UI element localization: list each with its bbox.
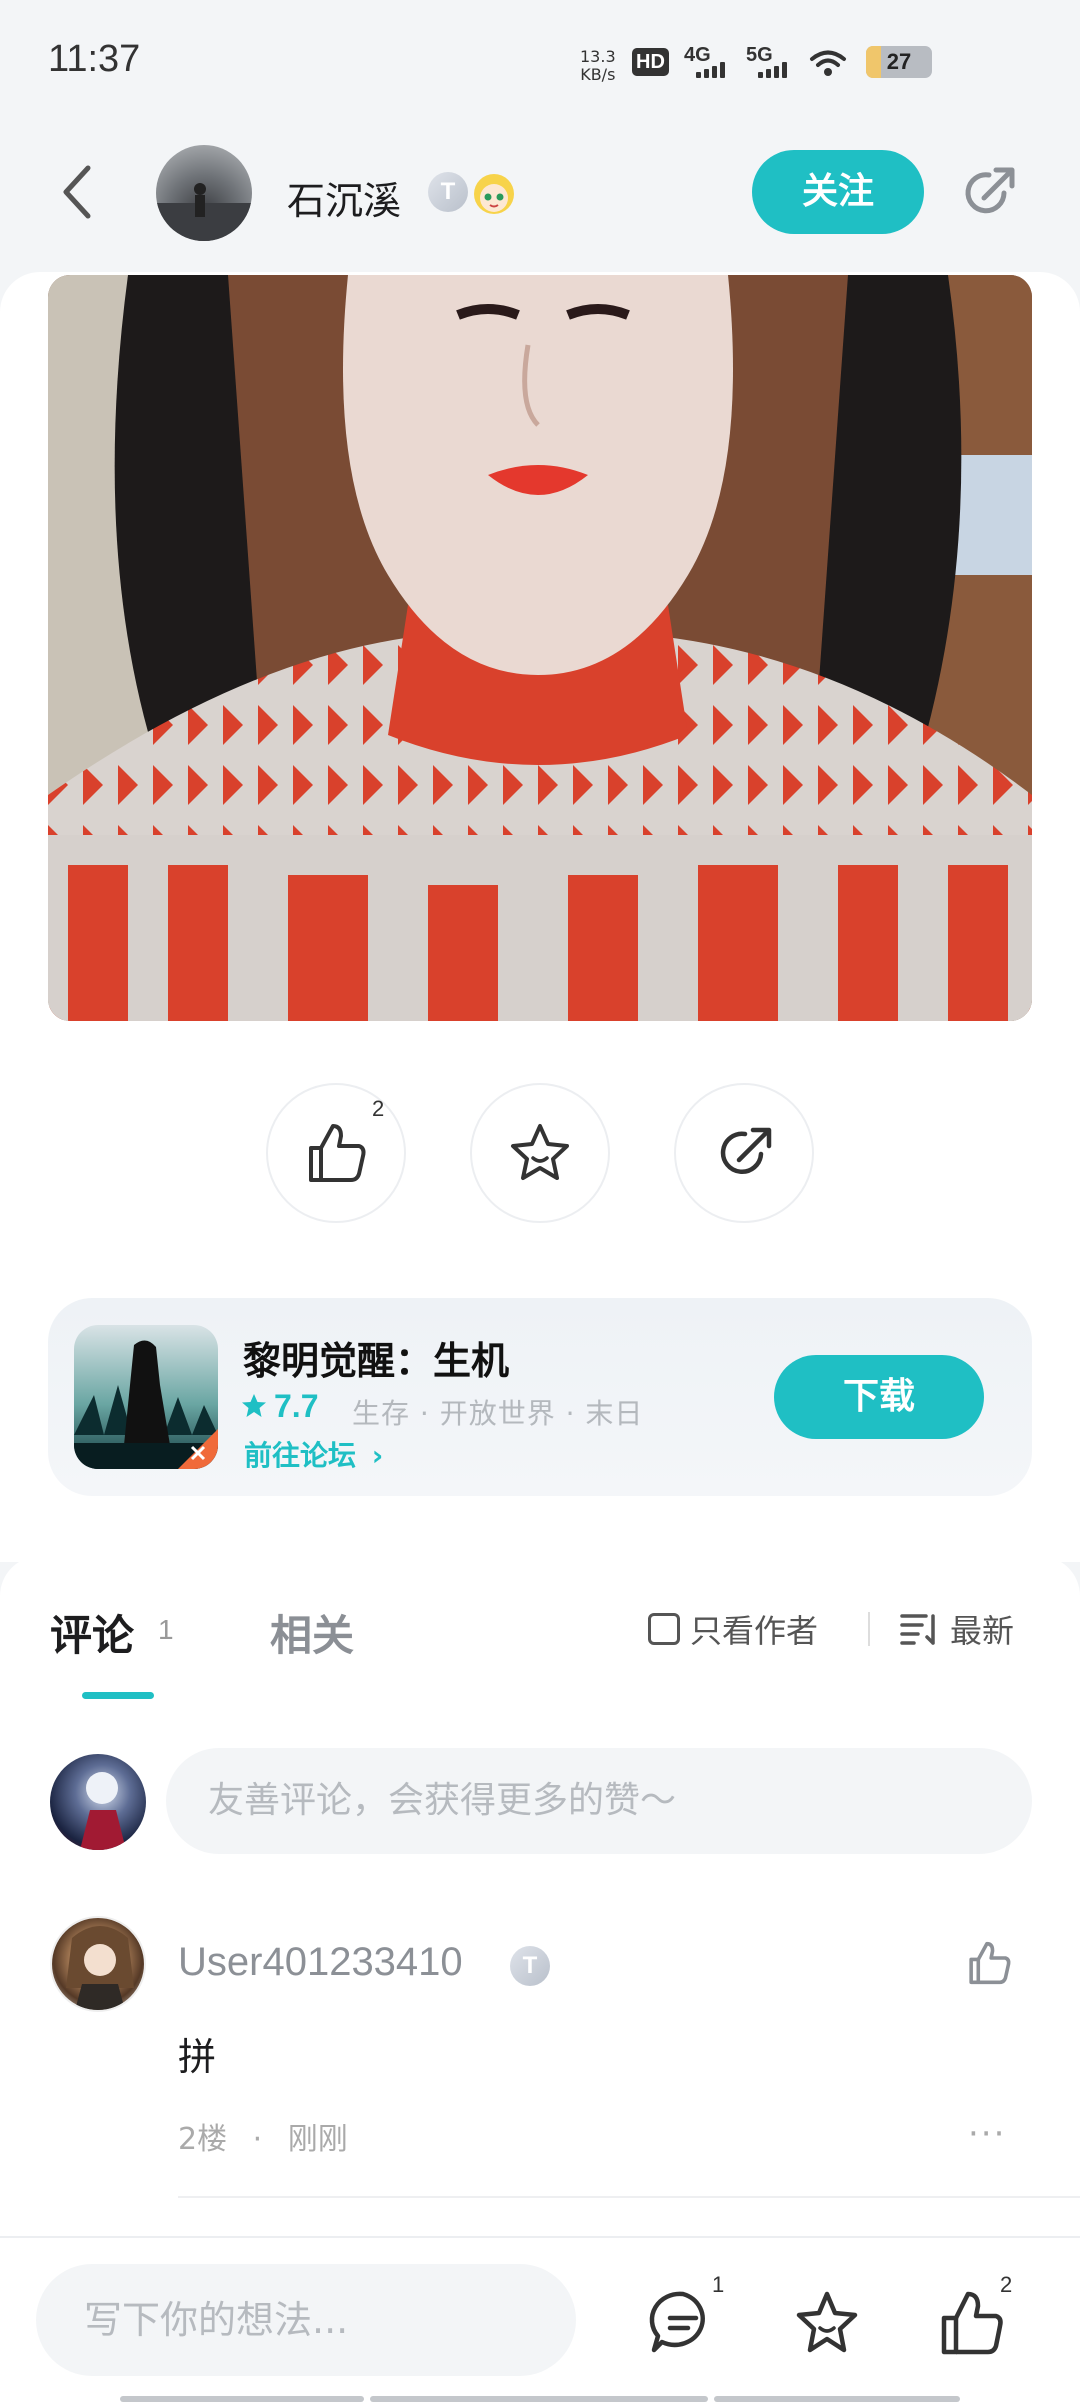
commenter-name[interactable]: User401233410: [178, 1940, 463, 1985]
checkbox-icon: [648, 1613, 680, 1645]
follow-button[interactable]: 关注: [752, 150, 924, 234]
signal-icon: [758, 62, 787, 78]
bottom-like-count: 2: [1000, 2272, 1013, 2297]
status-time: 11:37: [48, 38, 141, 80]
favorite-button[interactable]: [470, 1083, 610, 1223]
star-icon: [511, 1124, 569, 1180]
network-speed: 13.3 KB/s: [580, 47, 616, 84]
game-icon[interactable]: [74, 1325, 218, 1469]
wifi-icon: [810, 50, 846, 76]
author-only-toggle[interactable]: 只看作者: [648, 1606, 818, 1652]
author-only-label: 只看作者: [690, 1612, 819, 1650]
comments-panel: [0, 1556, 1080, 2236]
status-bar: 11:37 13.3 KB/s HD 4G 5G 27: [0, 0, 1080, 130]
level-badge-icon: T: [510, 1946, 550, 1986]
share-icon[interactable]: [956, 160, 1022, 226]
post-image[interactable]: [48, 275, 1032, 1021]
avatar-sticker-icon: [474, 174, 514, 214]
comment-meta: 2楼 · 刚刚: [178, 2122, 348, 2157]
share-post-button[interactable]: [674, 1083, 814, 1223]
sort-icon: [900, 1614, 935, 1645]
battery-icon: 27: [866, 46, 932, 78]
comment-count: 1: [712, 2272, 725, 2297]
forum-link-label: 前往论坛: [244, 1439, 357, 1472]
comment-time: 刚刚: [287, 2122, 348, 2157]
more-options-icon[interactable]: ···: [968, 2114, 1006, 2154]
share-icon: [720, 1127, 772, 1175]
author-avatar[interactable]: [156, 145, 252, 241]
comment-text: 拼: [178, 2035, 217, 2079]
tab-comments[interactable]: 评论: [50, 1602, 134, 1663]
author-name[interactable]: 石沉溪: [287, 170, 401, 225]
bottom-comment-input[interactable]: 写下你的想法...: [36, 2264, 576, 2376]
star-icon[interactable]: [792, 2288, 862, 2358]
thumbs-up-icon[interactable]: [936, 2288, 1006, 2358]
like-count: 2: [372, 1096, 385, 1121]
tab-comments-count: 1: [158, 1614, 174, 1645]
comment-floor: 2楼: [178, 2122, 228, 2157]
sort-label: 最新: [950, 1612, 1015, 1650]
comment-input[interactable]: 友善评论，会获得更多的赞～: [166, 1748, 1032, 1854]
like-button[interactable]: [266, 1083, 406, 1223]
forum-link[interactable]: 前往论坛 ›: [244, 1434, 383, 1474]
signal-icon: [696, 62, 725, 78]
game-rating: 7.7: [274, 1388, 319, 1424]
divider: [868, 1612, 870, 1646]
comment-like-icon[interactable]: [964, 1938, 1014, 1988]
level-badge-icon: T: [428, 172, 468, 212]
game-title[interactable]: 黎明觉醒：生机: [243, 1330, 509, 1385]
hd-icon: HD: [632, 48, 669, 76]
commenter-avatar[interactable]: [50, 1916, 146, 2012]
sort-button[interactable]: 最新: [900, 1606, 1014, 1652]
home-indicator: [120, 2396, 960, 2402]
thumbs-up-icon: [309, 1124, 366, 1182]
chevron-right-icon: ›: [371, 1439, 384, 1472]
rating-star-icon: [242, 1394, 266, 1417]
my-avatar[interactable]: [50, 1754, 146, 1850]
tab-related[interactable]: 相关: [270, 1602, 354, 1663]
active-tab-indicator: [82, 1692, 154, 1699]
back-icon[interactable]: [58, 162, 98, 222]
comment-icon[interactable]: [648, 2288, 718, 2358]
divider: [178, 2196, 1080, 2198]
download-button[interactable]: 下载: [774, 1355, 984, 1439]
game-tags: 生存 · 开放世界 · 末日: [352, 1397, 644, 1430]
